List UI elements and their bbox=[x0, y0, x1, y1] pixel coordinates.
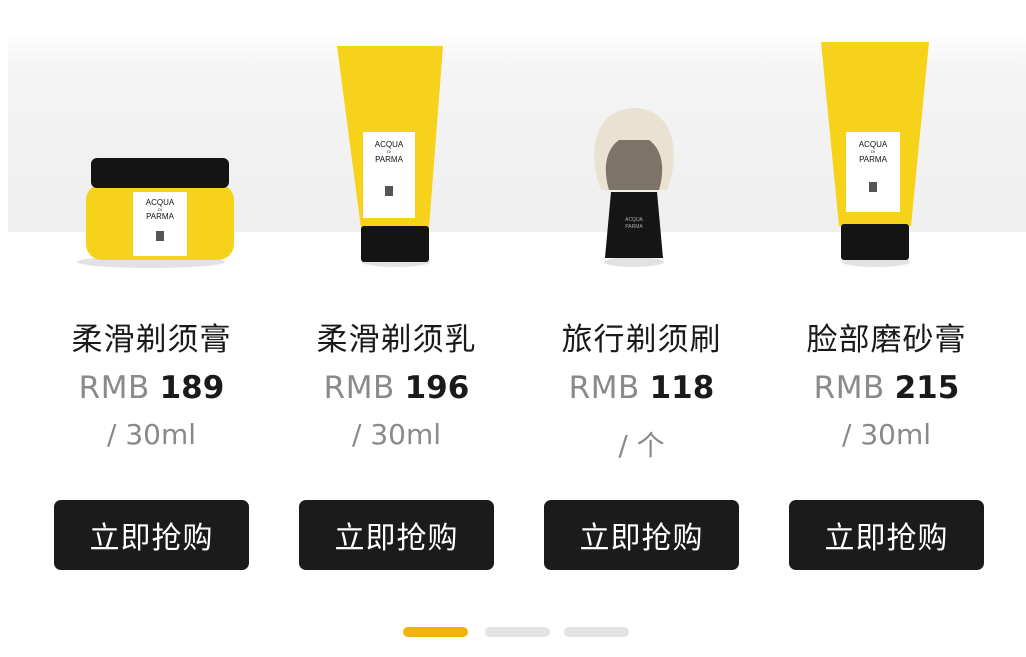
price-value: 118 bbox=[649, 370, 715, 406]
carousel-dot-active[interactable] bbox=[403, 627, 468, 637]
product-image[interactable]: ACQUA PARMA bbox=[519, 0, 764, 290]
product-card[interactable]: ACQUA DI PARMA 柔滑剃须乳 RMB 196 / 30ml 立即抢购 bbox=[274, 0, 519, 600]
product-unit: / 个 bbox=[618, 429, 665, 462]
price-currency: RMB bbox=[78, 370, 150, 406]
price-value: 189 bbox=[159, 370, 225, 406]
brand-text: PARMA bbox=[146, 212, 175, 221]
product-price: RMB 118 bbox=[519, 370, 764, 406]
buy-now-button[interactable]: 立即抢购 bbox=[789, 500, 984, 570]
product-name: 脸部磨砂膏 bbox=[806, 322, 967, 358]
carousel-dot[interactable] bbox=[485, 627, 550, 637]
product-unit: / 30ml bbox=[351, 418, 442, 451]
price-value: 215 bbox=[894, 370, 960, 406]
buy-now-button[interactable]: 立即抢购 bbox=[54, 500, 249, 570]
product-name: 柔滑剃须乳 bbox=[316, 322, 477, 358]
brand-text: ACQUA bbox=[859, 140, 888, 149]
brand-text: ACQUA bbox=[146, 198, 175, 207]
product-card[interactable]: ACQUA DI PARMA 柔滑剃须膏 RMB 189 / 30ml 立即抢购 bbox=[29, 0, 274, 600]
product-image[interactable]: ACQUA DI PARMA bbox=[274, 0, 519, 290]
brand-text: PARMA bbox=[375, 155, 404, 164]
product-card[interactable]: ACQUA PARMA 旅行剃须刷 RMB 118 / 个 立即抢购 bbox=[519, 0, 764, 600]
product-price: RMB 189 bbox=[29, 370, 274, 406]
price-currency: RMB bbox=[813, 370, 885, 406]
price-currency: RMB bbox=[568, 370, 640, 406]
product-unit: / 30ml bbox=[841, 418, 932, 451]
product-name: 旅行剃须刷 bbox=[561, 322, 722, 358]
product-unit: / 30ml bbox=[106, 418, 197, 451]
buy-now-button[interactable]: 立即抢购 bbox=[544, 500, 739, 570]
brand-text: PARMA bbox=[625, 224, 643, 230]
brand-text: ACQUA bbox=[625, 217, 643, 223]
product-image[interactable]: ACQUA DI PARMA bbox=[29, 0, 274, 290]
product-price: RMB 215 bbox=[764, 370, 1009, 406]
product-name: 柔滑剃须膏 bbox=[71, 322, 232, 358]
price-value: 196 bbox=[404, 370, 470, 406]
product-price: RMB 196 bbox=[274, 370, 519, 406]
brand-text: DI bbox=[871, 149, 875, 154]
price-currency: RMB bbox=[323, 370, 395, 406]
buy-now-button[interactable]: 立即抢购 bbox=[299, 500, 494, 570]
brand-text: PARMA bbox=[859, 155, 888, 164]
carousel-dot[interactable] bbox=[564, 627, 629, 637]
product-card[interactable]: ACQUA DI PARMA 脸部磨砂膏 RMB 215 / 30ml 立即抢购 bbox=[764, 0, 1009, 600]
brand-text: ACQUA bbox=[375, 140, 404, 149]
product-image[interactable]: ACQUA DI PARMA bbox=[764, 0, 1009, 290]
brand-text: DI bbox=[387, 149, 391, 154]
